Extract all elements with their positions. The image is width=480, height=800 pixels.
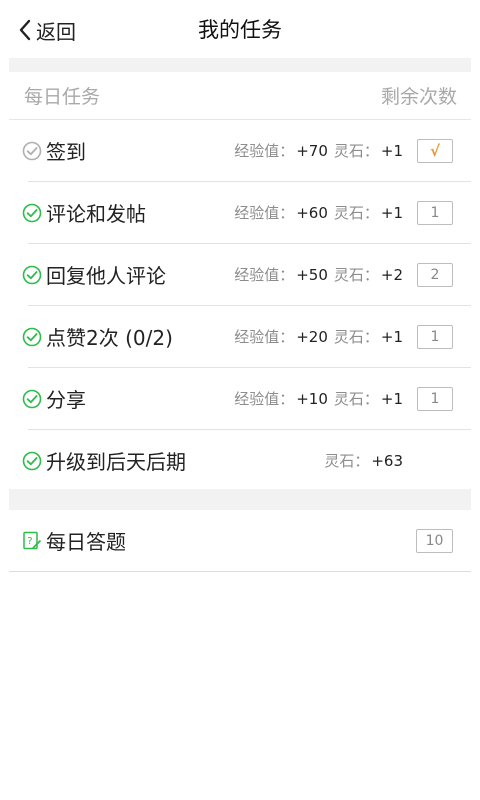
stone-value: +1 bbox=[380, 204, 403, 222]
exp-label: 经验值： bbox=[234, 390, 295, 408]
check-circle-icon bbox=[22, 451, 42, 471]
task-rewards: 经验值： +20 灵石： +1 bbox=[234, 326, 403, 347]
task-row[interactable]: 升级到后天后期 灵石： +63 bbox=[9, 430, 471, 492]
task-name: 分享 bbox=[46, 388, 86, 412]
stone-label: 灵石： bbox=[333, 142, 379, 160]
stone-label: 灵石： bbox=[333, 328, 379, 346]
task-row[interactable]: 点赞2次 (0/2) 经验值： +20 灵石： +1 1 bbox=[9, 306, 471, 368]
page-title: 我的任务 bbox=[198, 18, 282, 42]
exp-value: +10 bbox=[296, 390, 328, 408]
remaining-count: 1 bbox=[417, 325, 453, 349]
nav-bar: 返回 我的任务 bbox=[0, 0, 480, 58]
exp-label: 经验值： bbox=[234, 266, 295, 284]
stone-label: 灵石： bbox=[333, 266, 379, 284]
daily-quiz-row[interactable]: ? 每日答题 10 bbox=[9, 510, 471, 572]
remaining-count: 1 bbox=[417, 201, 453, 225]
daily-task-heading: 每日任务 bbox=[24, 86, 101, 108]
stone-value: +1 bbox=[380, 328, 403, 346]
top-divider-band bbox=[9, 58, 471, 72]
task-name: 回复他人评论 bbox=[46, 264, 166, 288]
task-row[interactable]: 评论和发帖 经验值： +60 灵石： +1 1 bbox=[9, 182, 471, 244]
stone-value: +63 bbox=[371, 452, 403, 470]
task-row[interactable]: 分享 经验值： +10 灵石： +1 1 bbox=[9, 368, 471, 430]
quiz-remaining-count: 10 bbox=[416, 529, 453, 553]
daily-task-header: 每日任务 剩余次数 bbox=[9, 72, 471, 120]
exp-value: +60 bbox=[296, 204, 328, 222]
exp-label: 经验值： bbox=[234, 142, 295, 160]
exp-value: +20 bbox=[296, 328, 328, 346]
quiz-edit-icon: ? bbox=[23, 531, 42, 550]
check-circle-done-icon bbox=[22, 141, 42, 161]
remaining-count-heading: 剩余次数 bbox=[380, 86, 457, 108]
stone-label: 灵石： bbox=[324, 452, 370, 470]
stone-value: +1 bbox=[380, 390, 403, 408]
stone-value: +1 bbox=[380, 142, 403, 160]
completed-mark: √ bbox=[417, 139, 453, 163]
check-circle-icon bbox=[22, 327, 42, 347]
exp-label: 经验值： bbox=[234, 328, 295, 346]
task-name: 签到 bbox=[46, 140, 86, 164]
remaining-count: 2 bbox=[417, 263, 453, 287]
task-name: 点赞2次 (0/2) bbox=[46, 326, 173, 350]
my-tasks-page: 返回 我的任务 每日任务 剩余次数 签到 经验值： +70 灵石： +1 √ 评论和发帖 经验… bbox=[0, 0, 480, 800]
stone-label: 灵石： bbox=[333, 204, 379, 222]
task-rewards: 经验值： +70 灵石： +1 bbox=[234, 140, 403, 161]
exp-label: 经验值： bbox=[234, 204, 295, 222]
stone-value: +2 bbox=[380, 266, 403, 284]
task-name: 升级到后天后期 bbox=[46, 450, 186, 474]
exp-value: +50 bbox=[296, 266, 328, 284]
task-rewards: 经验值： +10 灵石： +1 bbox=[234, 388, 403, 409]
stone-label: 灵石： bbox=[333, 390, 379, 408]
check-circle-icon bbox=[22, 203, 42, 223]
middle-divider-band bbox=[9, 489, 471, 510]
task-row[interactable]: 回复他人评论 经验值： +50 灵石： +2 2 bbox=[9, 244, 471, 306]
exp-value: +70 bbox=[296, 142, 328, 160]
quiz-name: 每日答题 bbox=[46, 530, 126, 554]
task-name: 评论和发帖 bbox=[46, 202, 146, 226]
task-row[interactable]: 签到 经验值： +70 灵石： +1 √ bbox=[9, 120, 471, 182]
task-rewards: 经验值： +60 灵石： +1 bbox=[234, 202, 403, 223]
task-rewards: 经验值： +50 灵石： +2 bbox=[234, 264, 403, 285]
check-circle-icon bbox=[22, 389, 42, 409]
svg-text:?: ? bbox=[27, 536, 32, 547]
remaining-count: 1 bbox=[417, 387, 453, 411]
check-circle-icon bbox=[22, 265, 42, 285]
task-rewards: 灵石： +63 bbox=[324, 450, 403, 471]
